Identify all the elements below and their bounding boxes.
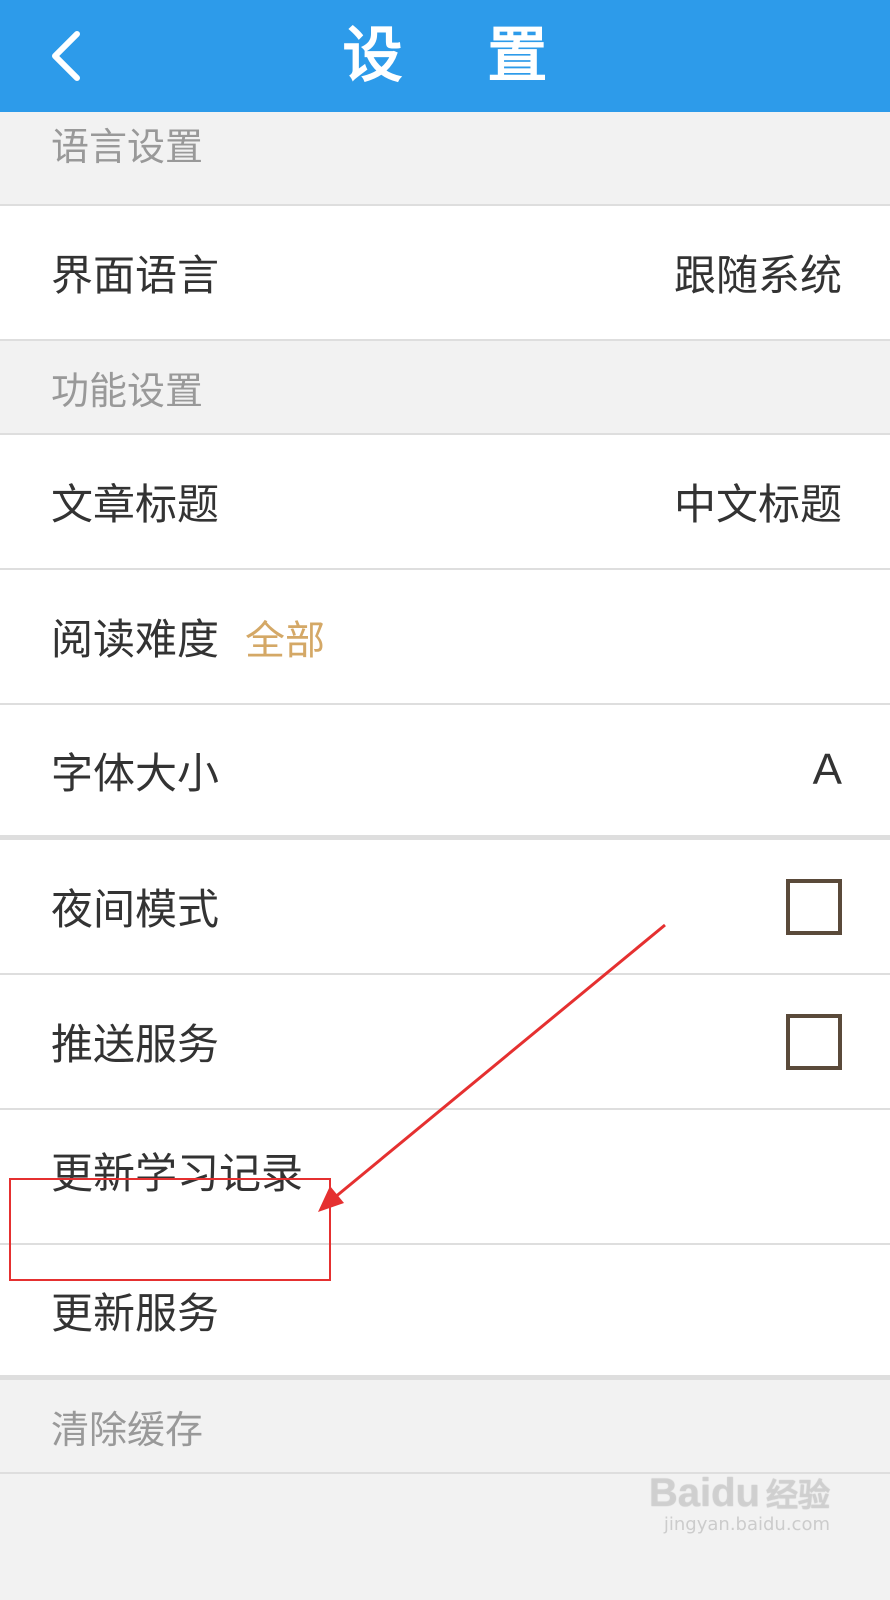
setting-value: 跟随系统: [673, 251, 842, 300]
setting-label: 推送服务: [51, 1020, 220, 1069]
setting-value: A: [812, 745, 842, 794]
setting-label: 更新学习记录: [51, 1149, 304, 1198]
section-header-clear-cache[interactable]: 清除缓存: [0, 1380, 890, 1474]
push-service-checkbox[interactable]: [786, 1013, 842, 1070]
setting-value: 全部: [245, 617, 326, 664]
setting-push-service[interactable]: 推送服务: [0, 975, 890, 1110]
app-header: 设 置: [0, 0, 890, 112]
watermark-logo: Baidu 经验: [648, 1471, 830, 1515]
setting-value: 中文标题: [673, 480, 842, 529]
setting-label: 夜间模式: [51, 885, 220, 934]
setting-update-service[interactable]: 更新服务: [0, 1245, 890, 1380]
setting-label: 字体大小: [51, 748, 220, 798]
section-header-function: 功能设置: [0, 341, 890, 435]
setting-reading-difficulty[interactable]: 阅读难度 全部: [0, 570, 890, 705]
setting-label: 界面语言: [51, 251, 220, 300]
setting-label: 更新服务: [51, 1288, 220, 1338]
watermark-url: jingyan.baidu.com: [663, 1514, 830, 1535]
setting-night-mode[interactable]: 夜间模式: [0, 840, 890, 975]
watermark: Baidu 经验 jingyan.baidu.com: [649, 1470, 830, 1535]
setting-font-size[interactable]: 字体大小 A: [0, 705, 890, 840]
night-mode-checkbox[interactable]: [786, 878, 842, 935]
setting-update-records[interactable]: 更新学习记录: [0, 1110, 890, 1245]
page-title: 设 置: [342, 21, 580, 91]
setting-label: 阅读难度: [51, 615, 220, 664]
settings-list: 语言设置 界面语言 跟随系统 功能设置 文章标题 中文标题 阅读难度 全部 字体…: [0, 112, 890, 1474]
setting-label: 文章标题: [51, 480, 220, 529]
setting-ui-language[interactable]: 界面语言 跟随系统: [0, 206, 890, 341]
setting-article-title[interactable]: 文章标题 中文标题: [0, 435, 890, 570]
section-header-language: 语言设置: [0, 112, 890, 206]
